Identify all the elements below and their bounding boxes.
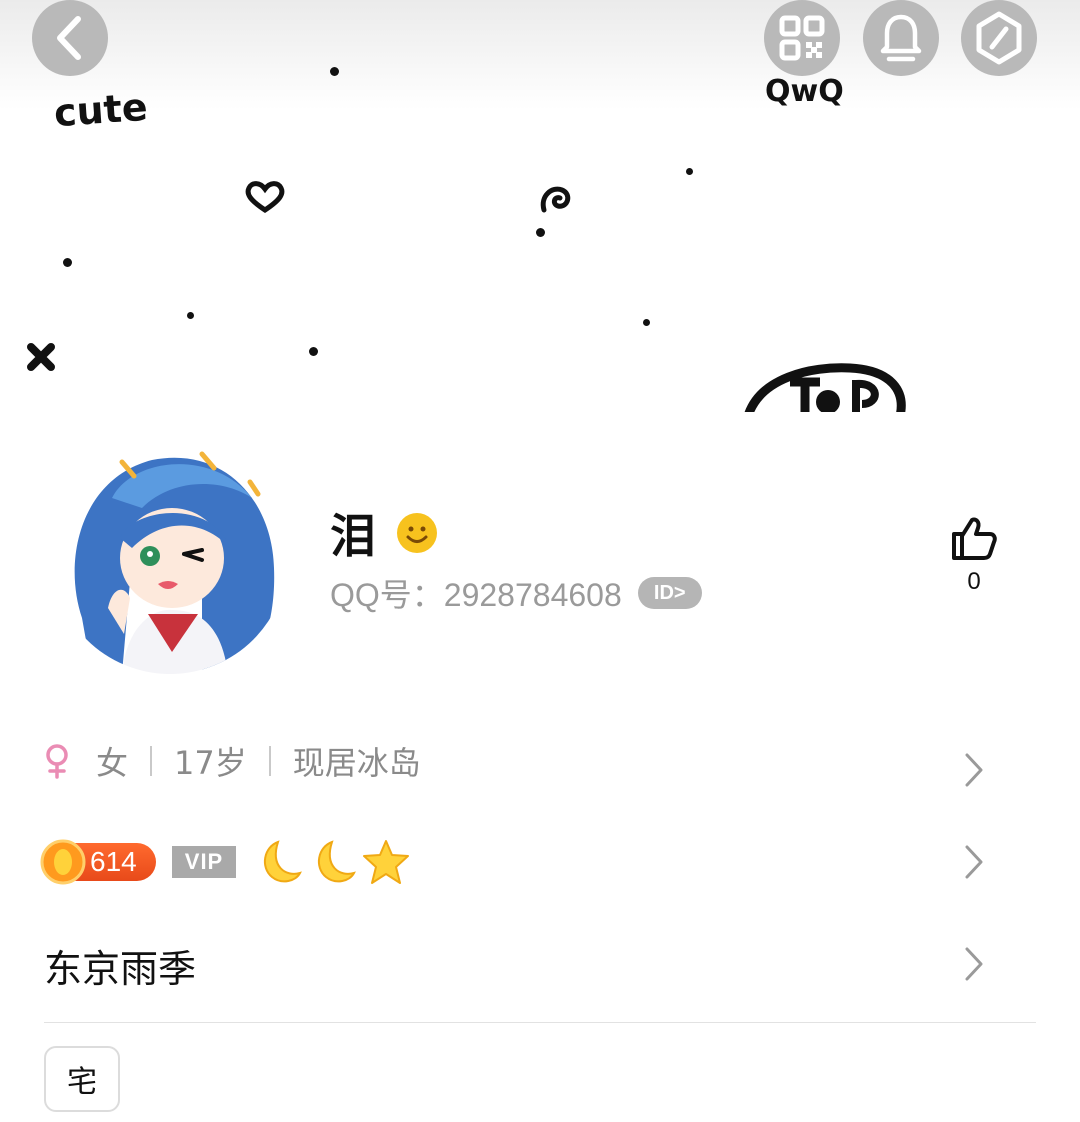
thumbs-up-icon — [952, 517, 997, 560]
back-button[interactable] — [32, 0, 108, 76]
decorative-dot — [536, 228, 545, 237]
moon-icon — [317, 840, 356, 883]
notification-button[interactable] — [863, 0, 939, 76]
bell-icon — [880, 14, 922, 62]
like-button[interactable]: 0 — [944, 514, 1004, 596]
basic-info-row[interactable]: 女 17岁 现居冰岛 — [44, 738, 1036, 787]
decorative-dot — [187, 312, 194, 319]
avatar[interactable] — [52, 438, 288, 674]
location-text: 现居冰岛 — [292, 744, 421, 782]
cover-doodle-text: QwQ — [765, 74, 844, 109]
qr-code-icon — [779, 15, 825, 61]
coin-badge: 614 — [40, 839, 156, 885]
more-button[interactable] — [961, 0, 1037, 76]
section-divider — [44, 1022, 1036, 1023]
face-doodle-icon — [744, 363, 906, 412]
like-count: 0 — [967, 568, 981, 595]
star-icon — [363, 840, 409, 884]
interest-tag[interactable]: 宅 — [44, 1046, 120, 1112]
female-icon — [46, 744, 68, 779]
qr-code-button[interactable] — [764, 0, 840, 76]
chevron-right-icon — [965, 947, 983, 981]
qq-number-row[interactable]: QQ号：2928784608 ID> — [330, 570, 702, 616]
decorative-dot — [686, 168, 693, 175]
hexagon-icon — [976, 11, 1022, 65]
chevron-right-icon — [965, 753, 983, 787]
divider — [268, 746, 271, 776]
profile-cover[interactable]: cute QwQ — [0, 0, 1080, 412]
signature-row[interactable]: 东京雨季 — [44, 940, 1036, 991]
signature-text: 东京雨季 — [44, 946, 197, 991]
age-text: 17岁 — [174, 744, 247, 782]
swirl-doodle-icon — [540, 186, 571, 213]
vip-badge: VIP — [172, 846, 236, 878]
moon-icon — [263, 840, 302, 883]
gender-text: 女 — [96, 744, 129, 782]
qq-number: QQ号：2928784608 — [330, 577, 622, 613]
chevron-left-icon — [57, 16, 81, 60]
x-doodle-icon — [27, 343, 55, 371]
divider — [150, 746, 153, 776]
badges-row[interactable]: 614 VIP — [40, 838, 1036, 886]
coin-icon — [40, 839, 86, 885]
decorative-dot — [643, 319, 650, 326]
smiley-icon — [397, 513, 437, 553]
avatar-image — [52, 438, 288, 674]
id-badge[interactable]: ID> — [637, 577, 702, 609]
heart-doodle-icon — [245, 181, 285, 214]
cover-doodle-text: cute — [52, 84, 149, 136]
nickname: 泪 — [330, 509, 376, 563]
chevron-right-icon — [965, 845, 983, 879]
coin-count: 614 — [90, 846, 137, 877]
nickname-row: 泪 — [330, 500, 438, 566]
decorative-dot — [330, 67, 339, 76]
decorative-dot — [63, 258, 72, 267]
decorative-dot — [309, 347, 318, 356]
